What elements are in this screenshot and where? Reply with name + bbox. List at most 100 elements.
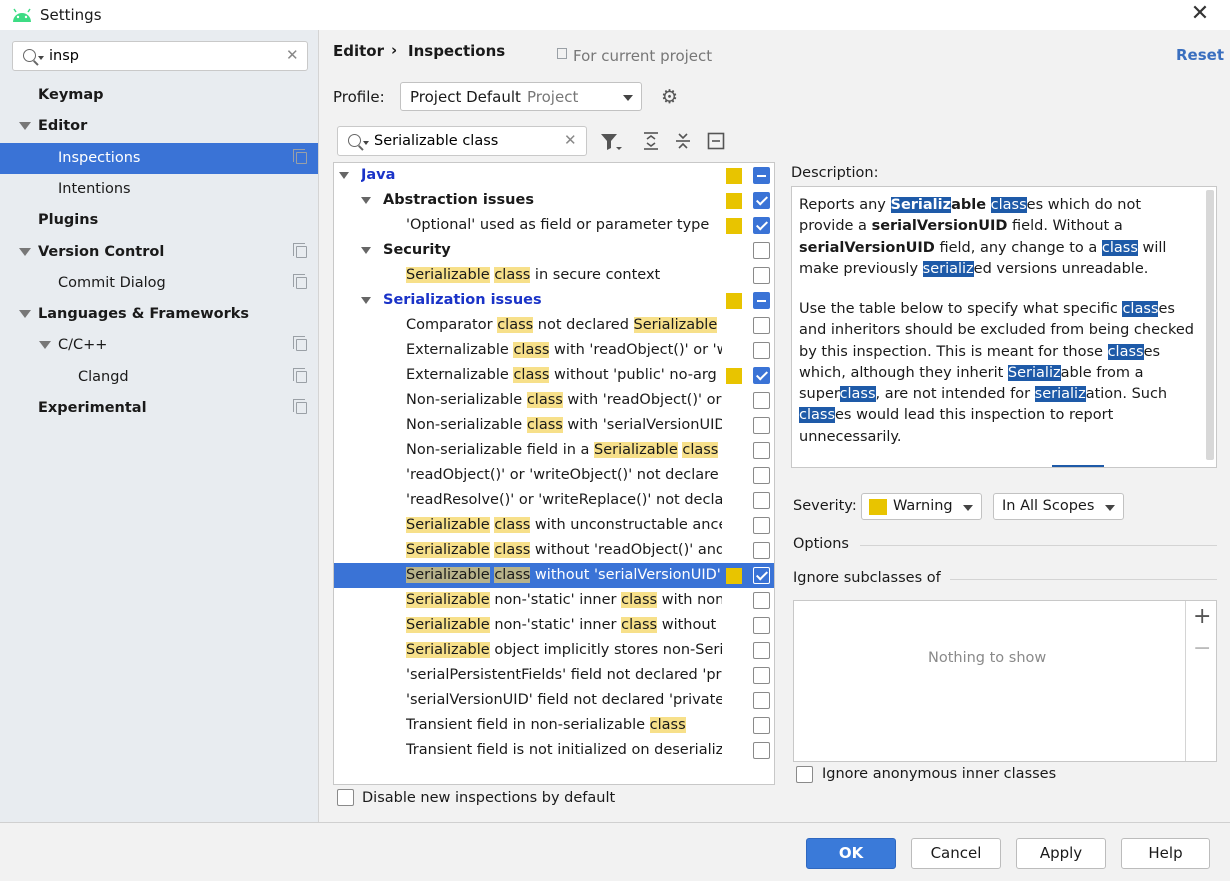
inspection-checkbox[interactable] <box>753 642 770 659</box>
inspection-row[interactable]: 'Optional' used as field or parameter ty… <box>334 213 774 238</box>
clear-search-icon[interactable]: ✕ <box>286 46 299 64</box>
inspection-checkbox[interactable] <box>753 217 770 234</box>
scope-select[interactable]: In All Scopes <box>993 493 1124 520</box>
description-scrollbar[interactable] <box>1206 190 1214 460</box>
inspection-row[interactable]: 'serialVersionUID' field not declared 'p… <box>334 688 774 713</box>
inspection-checkbox[interactable] <box>753 267 770 284</box>
chevron-down-icon[interactable] <box>361 247 371 254</box>
inspection-row[interactable]: Externalizable class with 'readObject()'… <box>334 338 774 363</box>
inspection-checkbox[interactable] <box>753 342 770 359</box>
inspection-checkbox[interactable] <box>753 192 770 209</box>
inspection-group-row[interactable]: Abstraction issues <box>334 188 774 213</box>
chevron-down-icon[interactable] <box>339 172 349 179</box>
sidebar-item-intentions[interactable]: Intentions <box>0 174 318 205</box>
settings-search[interactable]: ✕ <box>12 41 308 71</box>
inspection-row[interactable]: Non-serializable class with 'readObject(… <box>334 388 774 413</box>
inspection-row[interactable]: Serializable class without 'readObject()… <box>334 538 774 563</box>
cancel-button[interactable]: Cancel <box>911 838 1001 869</box>
filter-icon[interactable] <box>600 132 622 152</box>
inspection-filter-input[interactable] <box>374 131 564 151</box>
inspection-checkbox[interactable] <box>753 617 770 634</box>
chevron-down-icon[interactable] <box>361 297 371 304</box>
apply-button[interactable]: Apply <box>1016 838 1106 869</box>
inspection-row[interactable]: Transient field in non-serializable clas… <box>334 713 774 738</box>
disable-new-label[interactable]: Disable new inspections by default <box>362 790 615 806</box>
inspection-group-row[interactable]: Serialization issues <box>334 288 774 313</box>
sidebar-item-experimental[interactable]: Experimental <box>0 393 318 424</box>
breadcrumb-editor[interactable]: Editor <box>333 42 384 60</box>
sidebar-item-inspections[interactable]: Inspections <box>0 142 318 174</box>
inspection-row[interactable]: Serializable class in secure context <box>334 263 774 288</box>
inspection-checkbox[interactable] <box>753 367 770 384</box>
inspection-checkbox[interactable] <box>753 742 770 759</box>
reset-to-default-icon[interactable] <box>706 131 726 151</box>
inspection-row[interactable]: Non-serializable field in a Serializable… <box>334 438 774 463</box>
collapse-all-icon[interactable] <box>673 131 693 151</box>
close-icon[interactable]: ✕ <box>1188 2 1212 26</box>
chevron-down-icon[interactable] <box>19 247 31 256</box>
inspection-checkbox[interactable] <box>753 542 770 559</box>
chevron-down-icon[interactable] <box>39 341 51 350</box>
inspection-checkbox[interactable] <box>753 492 770 509</box>
inspection-checkbox[interactable] <box>753 567 770 584</box>
chevron-down-icon[interactable] <box>19 122 31 131</box>
inspection-group-row[interactable]: Security <box>334 238 774 263</box>
search-history-caret-icon[interactable] <box>38 56 44 60</box>
sidebar-item-version-control[interactable]: Version Control <box>0 237 318 268</box>
disable-new-checkbox[interactable] <box>337 789 354 806</box>
inspection-checkbox[interactable] <box>753 167 770 184</box>
inspection-row[interactable]: Serializable non-'static' inner class wi… <box>334 588 774 613</box>
inspection-checkbox[interactable] <box>753 292 770 309</box>
severity-select[interactable]: Warning <box>861 493 982 520</box>
sidebar-item-label: Languages & Frameworks <box>38 306 250 323</box>
inspection-row[interactable]: 'readResolve()' or 'writeReplace()' not … <box>334 488 774 513</box>
chevron-down-icon[interactable] <box>19 310 31 319</box>
sidebar-item-commit-dialog[interactable]: Commit Dialog <box>0 268 318 299</box>
settings-search-input[interactable] <box>49 46 269 66</box>
inspection-row[interactable]: 'readObject()' or 'writeObject()' not de… <box>334 463 774 488</box>
inspection-row[interactable]: Transient field is not initialized on de… <box>334 738 774 763</box>
ok-button[interactable]: OK <box>806 838 896 869</box>
ignore-anonymous-label[interactable]: Ignore anonymous inner classes <box>822 766 1056 782</box>
inspection-row[interactable]: 'serialPersistentFields' field not decla… <box>334 663 774 688</box>
sidebar-item-plugins[interactable]: Plugins <box>0 205 318 236</box>
inspection-checkbox[interactable] <box>753 442 770 459</box>
sidebar-item-clangd[interactable]: Clangd <box>0 362 318 393</box>
inspection-checkbox[interactable] <box>753 667 770 684</box>
inspection-checkbox[interactable] <box>753 392 770 409</box>
inspection-checkbox[interactable] <box>753 517 770 534</box>
remove-icon[interactable]: − <box>1193 636 1211 661</box>
clear-filter-icon[interactable]: ✕ <box>564 131 577 149</box>
inspection-row[interactable]: Non-serializable class with 'serialVersi… <box>334 413 774 438</box>
chevron-down-icon[interactable] <box>361 197 371 204</box>
add-icon[interactable]: + <box>1193 604 1211 629</box>
ignore-anonymous-checkbox[interactable] <box>796 766 813 783</box>
inspection-row[interactable]: Serializable class with unconstructable … <box>334 513 774 538</box>
expand-all-icon[interactable] <box>641 131 661 151</box>
inspection-checkbox[interactable] <box>753 592 770 609</box>
inspection-row[interactable]: Serializable object implicitly stores no… <box>334 638 774 663</box>
inspection-checkbox[interactable] <box>753 717 770 734</box>
help-button[interactable]: Help <box>1121 838 1210 869</box>
inspection-row[interactable]: Comparator class not declared Serializab… <box>334 313 774 338</box>
inspection-checkbox[interactable] <box>753 242 770 259</box>
inspection-group-row[interactable]: Java <box>334 163 774 188</box>
ignore-subclasses-list[interactable] <box>793 600 1217 762</box>
inspection-checkbox[interactable] <box>753 467 770 484</box>
profile-select[interactable]: Project Default Project <box>400 82 642 111</box>
inspection-checkbox[interactable] <box>753 317 770 334</box>
inspection-row[interactable]: Serializable class without 'serialVersio… <box>334 563 774 588</box>
inspection-checkbox[interactable] <box>753 417 770 434</box>
sidebar-item-keymap[interactable]: Keymap <box>0 80 318 111</box>
gear-icon[interactable]: ⚙ <box>661 86 678 108</box>
reset-link[interactable]: Reset <box>1176 46 1224 64</box>
inspection-row[interactable]: Serializable non-'static' inner class wi… <box>334 613 774 638</box>
search-history-caret-icon[interactable] <box>363 141 369 145</box>
settings-sidebar: ✕ Keymap Editor Inspections Intentions Plugi… <box>0 30 319 822</box>
sidebar-item-editor[interactable]: Editor <box>0 111 318 142</box>
sidebar-item-c-c[interactable]: C/C++ <box>0 330 318 361</box>
inspection-checkbox[interactable] <box>753 692 770 709</box>
inspection-filter[interactable]: ✕ <box>337 126 587 156</box>
inspection-row[interactable]: Externalizable class without 'public' no… <box>334 363 774 388</box>
sidebar-item-languages-frameworks[interactable]: Languages & Frameworks <box>0 299 318 330</box>
